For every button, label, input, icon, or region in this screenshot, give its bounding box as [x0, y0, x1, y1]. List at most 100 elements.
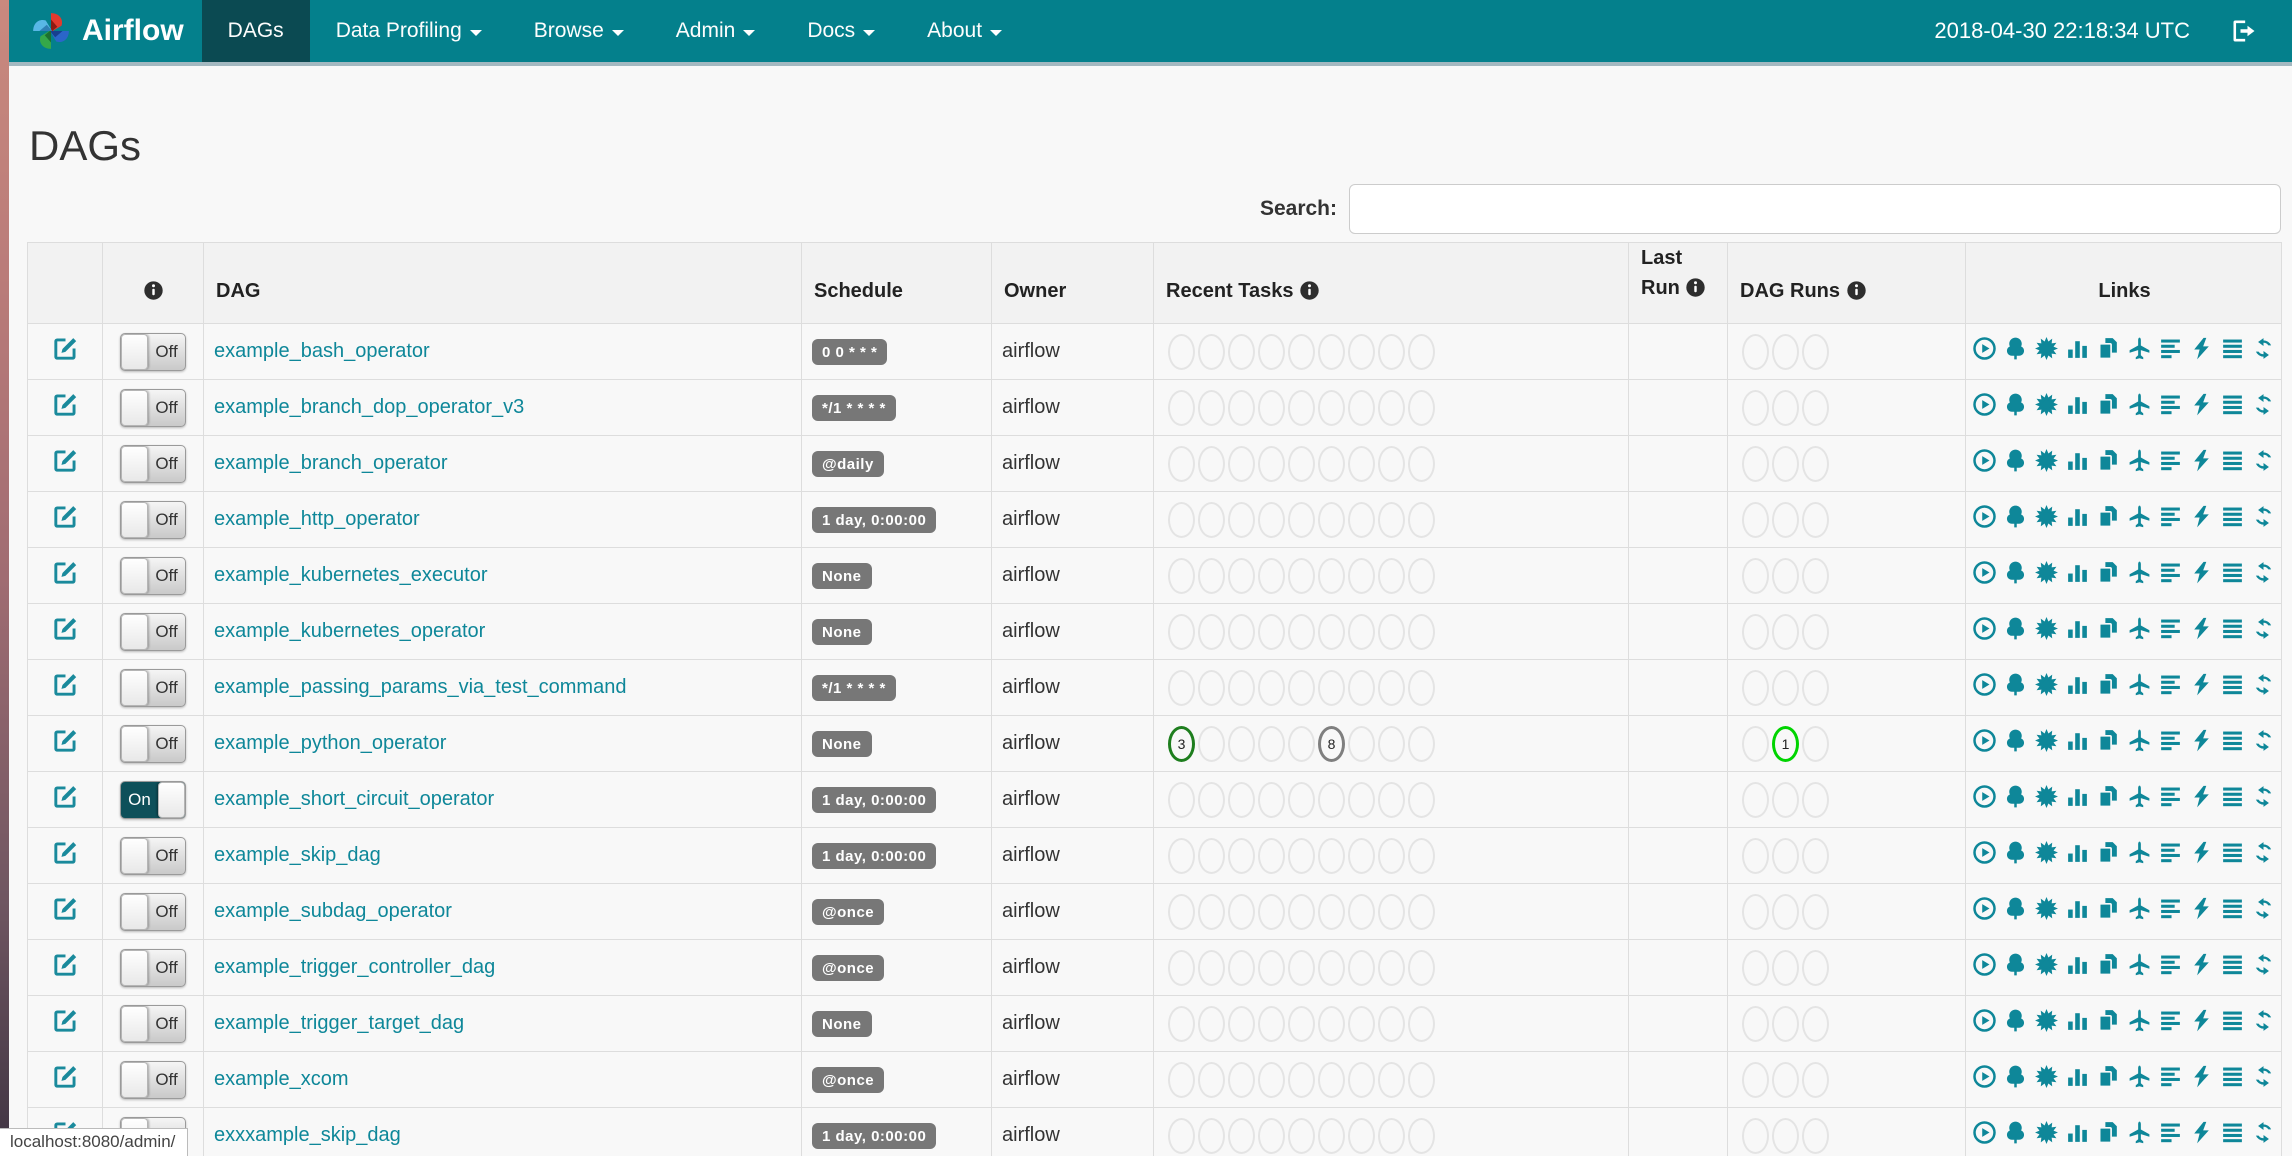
trigger-dag-icon[interactable]	[1972, 1008, 1997, 1033]
code-view-icon[interactable]	[2189, 784, 2214, 809]
logs-icon[interactable]	[2220, 560, 2245, 585]
dag-pause-toggle[interactable]: Off	[120, 1004, 186, 1043]
task-duration-icon[interactable]	[2065, 1008, 2090, 1033]
refresh-icon[interactable]	[2251, 1008, 2276, 1033]
task-tries-icon[interactable]	[2096, 560, 2121, 585]
dag-pause-toggle[interactable]: Off	[120, 556, 186, 595]
tree-view-icon[interactable]	[2003, 392, 2028, 417]
trigger-dag-icon[interactable]	[1972, 1120, 1997, 1145]
trigger-dag-icon[interactable]	[1972, 896, 1997, 921]
task-duration-icon[interactable]	[2065, 784, 2090, 809]
trigger-dag-icon[interactable]	[1972, 728, 1997, 753]
dag-link[interactable]: example_http_operator	[214, 508, 420, 530]
landing-times-icon[interactable]	[2127, 672, 2152, 697]
task-duration-icon[interactable]	[2065, 392, 2090, 417]
landing-times-icon[interactable]	[2127, 1008, 2152, 1033]
trigger-dag-icon[interactable]	[1972, 672, 1997, 697]
logs-icon[interactable]	[2220, 504, 2245, 529]
edit-dag-icon[interactable]	[52, 615, 79, 642]
gantt-view-icon[interactable]	[2158, 952, 2183, 977]
landing-times-icon[interactable]	[2127, 1064, 2152, 1089]
task-duration-icon[interactable]	[2065, 672, 2090, 697]
tree-view-icon[interactable]	[2003, 672, 2028, 697]
gantt-view-icon[interactable]	[2158, 672, 2183, 697]
logs-icon[interactable]	[2220, 1008, 2245, 1033]
task-state-circle-success[interactable]: 3	[1168, 725, 1195, 762]
task-duration-icon[interactable]	[2065, 336, 2090, 361]
logs-icon[interactable]	[2220, 616, 2245, 641]
code-view-icon[interactable]	[2189, 560, 2214, 585]
logs-icon[interactable]	[2220, 1120, 2245, 1145]
dag-link[interactable]: example_bash_operator	[214, 340, 430, 362]
refresh-icon[interactable]	[2251, 1064, 2276, 1089]
refresh-icon[interactable]	[2251, 560, 2276, 585]
graph-view-icon[interactable]	[2034, 1064, 2059, 1089]
task-tries-icon[interactable]	[2096, 784, 2121, 809]
dag-pause-toggle[interactable]: Off	[120, 332, 186, 371]
task-duration-icon[interactable]	[2065, 560, 2090, 585]
refresh-icon[interactable]	[2251, 952, 2276, 977]
dag-link[interactable]: example_branch_dop_operator_v3	[214, 396, 524, 418]
dag-pause-toggle[interactable]: Off	[120, 892, 186, 931]
task-tries-icon[interactable]	[2096, 840, 2121, 865]
landing-times-icon[interactable]	[2127, 784, 2152, 809]
edit-dag-icon[interactable]	[52, 839, 79, 866]
refresh-icon[interactable]	[2251, 896, 2276, 921]
dag-link[interactable]: example_trigger_controller_dag	[214, 956, 495, 978]
dag-pause-toggle[interactable]: Off	[120, 1060, 186, 1099]
task-duration-icon[interactable]	[2065, 952, 2090, 977]
tree-view-icon[interactable]	[2003, 448, 2028, 473]
edit-dag-icon[interactable]	[52, 1063, 79, 1090]
nav-item-admin[interactable]: Admin	[650, 0, 782, 62]
task-tries-icon[interactable]	[2096, 1008, 2121, 1033]
trigger-dag-icon[interactable]	[1972, 392, 1997, 417]
logs-icon[interactable]	[2220, 336, 2245, 361]
dag-link[interactable]: example_trigger_target_dag	[214, 1012, 464, 1034]
code-view-icon[interactable]	[2189, 1008, 2214, 1033]
graph-view-icon[interactable]	[2034, 1120, 2059, 1145]
graph-view-icon[interactable]	[2034, 728, 2059, 753]
trigger-dag-icon[interactable]	[1972, 448, 1997, 473]
code-view-icon[interactable]	[2189, 448, 2214, 473]
edit-dag-icon[interactable]	[52, 1007, 79, 1034]
tree-view-icon[interactable]	[2003, 952, 2028, 977]
task-duration-icon[interactable]	[2065, 1064, 2090, 1089]
task-tries-icon[interactable]	[2096, 616, 2121, 641]
landing-times-icon[interactable]	[2127, 336, 2152, 361]
gantt-view-icon[interactable]	[2158, 504, 2183, 529]
refresh-icon[interactable]	[2251, 616, 2276, 641]
code-view-icon[interactable]	[2189, 728, 2214, 753]
task-tries-icon[interactable]	[2096, 392, 2121, 417]
gantt-view-icon[interactable]	[2158, 896, 2183, 921]
edit-dag-icon[interactable]	[52, 671, 79, 698]
logs-icon[interactable]	[2220, 728, 2245, 753]
graph-view-icon[interactable]	[2034, 504, 2059, 529]
logs-icon[interactable]	[2220, 952, 2245, 977]
gantt-view-icon[interactable]	[2158, 336, 2183, 361]
landing-times-icon[interactable]	[2127, 504, 2152, 529]
dag-pause-toggle[interactable]: Off	[120, 948, 186, 987]
logout-icon[interactable]	[2230, 17, 2258, 45]
edit-dag-icon[interactable]	[52, 391, 79, 418]
code-view-icon[interactable]	[2189, 952, 2214, 977]
nav-item-data-profiling[interactable]: Data Profiling	[310, 0, 508, 62]
task-tries-icon[interactable]	[2096, 896, 2121, 921]
edit-dag-icon[interactable]	[52, 895, 79, 922]
refresh-icon[interactable]	[2251, 840, 2276, 865]
task-tries-icon[interactable]	[2096, 728, 2121, 753]
task-duration-icon[interactable]	[2065, 1120, 2090, 1145]
edit-dag-icon[interactable]	[52, 727, 79, 754]
search-input[interactable]	[1349, 184, 2281, 235]
nav-item-browse[interactable]: Browse	[508, 0, 650, 62]
nav-item-docs[interactable]: Docs	[781, 0, 901, 62]
landing-times-icon[interactable]	[2127, 448, 2152, 473]
refresh-icon[interactable]	[2251, 504, 2276, 529]
logs-icon[interactable]	[2220, 392, 2245, 417]
code-view-icon[interactable]	[2189, 672, 2214, 697]
nav-item-dags[interactable]: DAGs	[201, 0, 310, 62]
dag-link[interactable]: example_skip_dag	[214, 844, 381, 866]
graph-view-icon[interactable]	[2034, 952, 2059, 977]
tree-view-icon[interactable]	[2003, 560, 2028, 585]
landing-times-icon[interactable]	[2127, 840, 2152, 865]
logs-icon[interactable]	[2220, 448, 2245, 473]
